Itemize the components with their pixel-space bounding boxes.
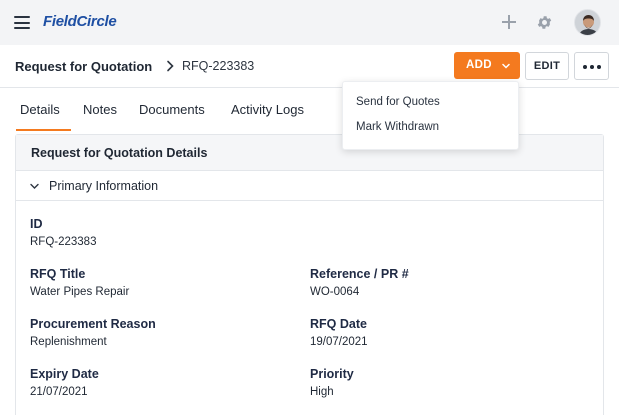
field-label-priority: Priority xyxy=(310,367,354,381)
plus-icon[interactable] xyxy=(501,14,517,30)
field-value-priority: High xyxy=(310,386,334,398)
more-options-button[interactable] xyxy=(574,52,609,80)
edit-button[interactable]: EDIT xyxy=(525,52,569,80)
field-label-id: ID xyxy=(30,217,43,231)
menu-item-mark-withdrawn[interactable]: Mark Withdrawn xyxy=(356,121,439,133)
tab-documents[interactable]: Documents xyxy=(139,102,205,117)
details-card: Request for Quotation Details Primary In… xyxy=(15,134,604,415)
gear-icon[interactable] xyxy=(536,14,553,31)
top-bar: FieldCircle xyxy=(0,0,619,45)
chevron-down-icon xyxy=(30,183,39,189)
tab-bar: Details Notes Documents Activity Logs xyxy=(0,88,619,132)
field-label-procurement-reason: Procurement Reason xyxy=(30,317,156,331)
field-label-expiry-date: Expiry Date xyxy=(30,367,99,381)
menu-icon[interactable] xyxy=(14,16,30,29)
chevron-right-icon xyxy=(167,60,174,72)
page-header: Request for Quotation RFQ-223383 ADD EDI… xyxy=(0,45,619,88)
field-label-reference: Reference / PR # xyxy=(310,267,409,281)
field-value-id: RFQ-223383 xyxy=(30,236,97,248)
chevron-down-icon xyxy=(502,63,510,69)
field-value-reference: WO-0064 xyxy=(310,286,360,298)
field-label-rfq-title: RFQ Title xyxy=(30,267,86,281)
add-button-label: ADD xyxy=(466,59,492,71)
field-value-expiry-date: 21/07/2021 xyxy=(30,386,88,398)
card-title: Request for Quotation Details xyxy=(31,146,208,160)
active-tab-indicator xyxy=(16,129,71,131)
field-value-rfq-date: 19/07/2021 xyxy=(310,336,368,348)
app-logo[interactable]: FieldCircle xyxy=(43,13,117,30)
primary-information-toggle[interactable]: Primary Information xyxy=(16,171,603,201)
breadcrumb-title[interactable]: Request for Quotation xyxy=(15,59,152,74)
field-value-procurement-reason: Replenishment xyxy=(30,336,107,348)
tab-activity-logs[interactable]: Activity Logs xyxy=(231,102,304,117)
add-dropdown-menu: Send for Quotes Mark Withdrawn xyxy=(342,81,519,150)
breadcrumb-id: RFQ-223383 xyxy=(182,59,255,73)
avatar[interactable] xyxy=(574,9,601,36)
add-button[interactable]: ADD xyxy=(454,52,520,79)
tab-notes[interactable]: Notes xyxy=(83,102,117,117)
field-value-rfq-title: Water Pipes Repair xyxy=(30,286,130,298)
field-label-rfq-date: RFQ Date xyxy=(310,317,367,331)
tab-details[interactable]: Details xyxy=(20,102,60,117)
section-title: Primary Information xyxy=(49,179,159,193)
menu-item-send-for-quotes[interactable]: Send for Quotes xyxy=(356,96,440,108)
